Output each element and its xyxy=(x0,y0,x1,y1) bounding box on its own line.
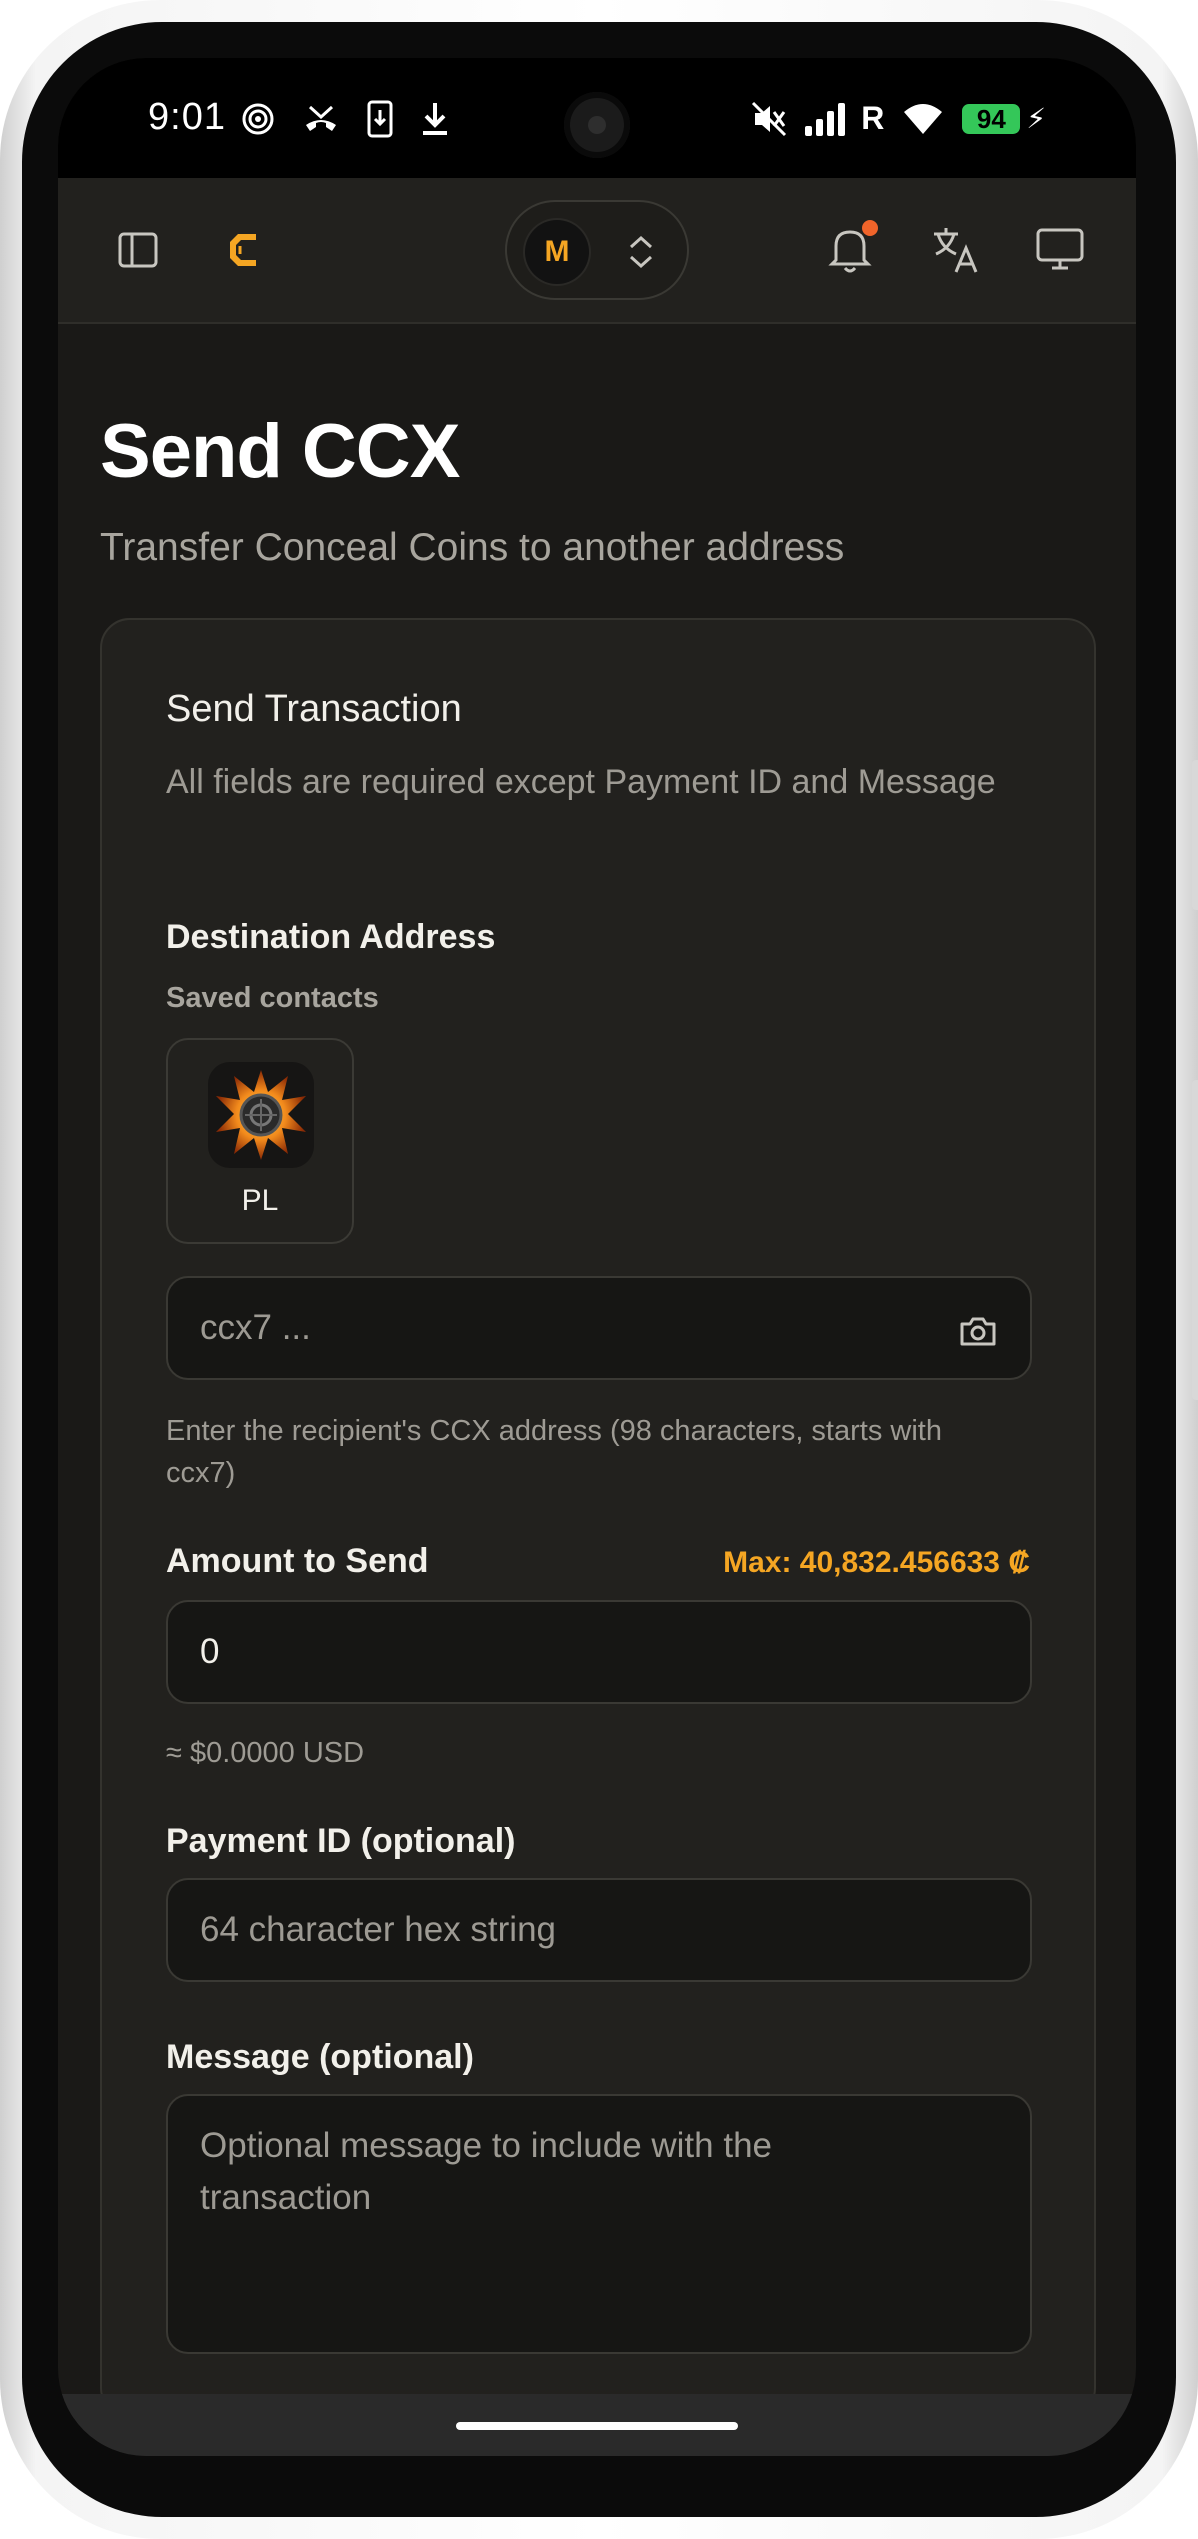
card-description: All fields are required except Payment I… xyxy=(166,763,996,801)
notification-dot xyxy=(862,220,878,236)
amount-input[interactable]: 0 xyxy=(166,1600,1032,1704)
destination-placeholder: ccx7 ... xyxy=(200,1308,311,1347)
contact-avatar xyxy=(208,1062,314,1168)
message-label: Message (optional) xyxy=(166,2038,474,2076)
translate-icon[interactable] xyxy=(930,224,982,276)
status-time: 9:01 xyxy=(148,96,226,138)
wallet-switcher[interactable]: M xyxy=(505,200,689,300)
payment-id-label: Payment ID (optional) xyxy=(166,1822,516,1860)
page-title: Send CCX xyxy=(100,409,460,494)
volume-button xyxy=(1192,760,1198,910)
wifi-icon xyxy=(904,103,943,134)
power-button xyxy=(1192,1080,1198,1400)
mute-icon xyxy=(752,101,787,136)
max-amount-link[interactable]: Max: 40,832.456633 ₡ xyxy=(723,1546,1030,1580)
saved-contacts-label: Saved contacts xyxy=(166,982,379,1014)
signal-icon xyxy=(805,102,846,136)
payment-id-input[interactable]: 64 character hex string xyxy=(166,1878,1032,1982)
chevron-up-down-icon xyxy=(629,235,653,269)
camera-scan-icon[interactable] xyxy=(958,1314,998,1348)
screen: 9:01 R 94 ⚡ M Send CCX Transfer Conceal … xyxy=(58,58,1136,2456)
contact-avatar-image xyxy=(216,1070,306,1160)
notifications-button[interactable] xyxy=(826,220,878,276)
charging-icon: ⚡ xyxy=(1026,103,1046,134)
status-bar: 9:01 R 94 ⚡ xyxy=(58,58,1136,178)
home-indicator[interactable] xyxy=(456,2422,738,2430)
contact-tile[interactable]: PL xyxy=(166,1038,354,1244)
wireless-hotspot-icon xyxy=(242,103,274,135)
amount-label: Amount to Send xyxy=(166,1542,429,1580)
gesture-nav-bar xyxy=(58,2394,1136,2456)
amount-value: 0 xyxy=(200,1632,220,1671)
page-subtitle: Transfer Conceal Coins to another addres… xyxy=(100,526,845,569)
sidebar-toggle-icon[interactable] xyxy=(114,226,162,274)
missed-call-icon xyxy=(306,105,336,131)
destination-help-text: Enter the recipient's CCX address (98 ch… xyxy=(166,1415,942,1489)
front-camera xyxy=(564,92,630,158)
download-icon xyxy=(423,103,447,135)
battery-icon: 94 xyxy=(962,103,1021,134)
payment-id-placeholder: 64 character hex string xyxy=(200,1910,557,1949)
message-placeholder: Optional message to include with the tra… xyxy=(200,2126,772,2217)
send-transaction-card: Send Transaction All fields are required… xyxy=(100,618,1096,2396)
wallet-avatar: M xyxy=(525,220,589,284)
battery-level: 94 xyxy=(976,103,1006,134)
app-header: M xyxy=(58,178,1136,324)
monitor-icon[interactable] xyxy=(1034,222,1086,274)
card-title: Send Transaction xyxy=(166,688,462,730)
app-logo-icon[interactable] xyxy=(220,226,268,274)
destination-label: Destination Address xyxy=(166,918,496,956)
contact-name: PL xyxy=(241,1184,279,1217)
destination-address-input[interactable]: ccx7 ... xyxy=(166,1276,1032,1380)
usd-estimate: ≈ $0.0000 USD xyxy=(166,1737,365,1769)
phone-frame: 9:01 R 94 ⚡ M Send CCX Transfer Conceal … xyxy=(0,0,1198,2539)
message-textarea[interactable]: Optional message to include with the tra… xyxy=(166,2094,1032,2354)
carrier-flag: R xyxy=(861,100,885,136)
download-phone-icon xyxy=(367,100,393,138)
page-content: Send CCX Transfer Conceal Coins to anoth… xyxy=(58,326,1136,2396)
